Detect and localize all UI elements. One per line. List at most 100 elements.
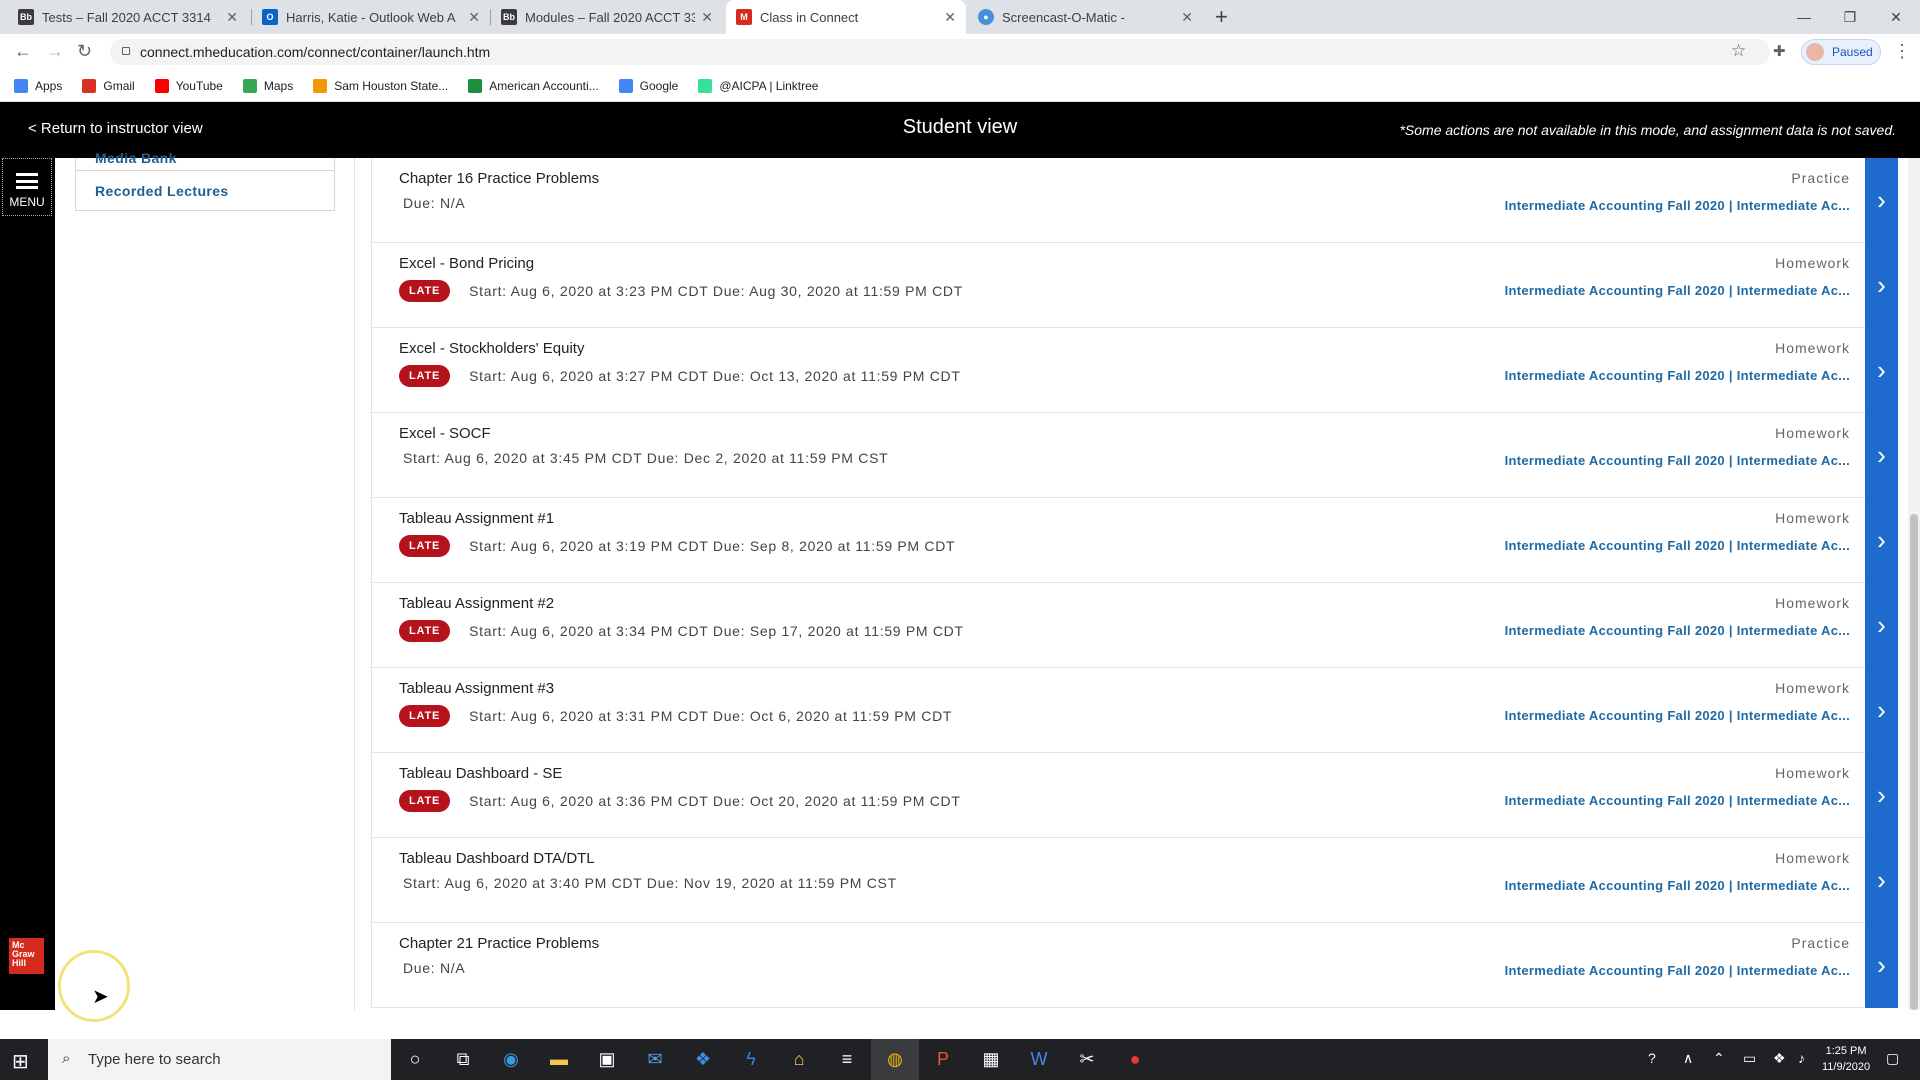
close-window-icon[interactable]: ✕ <box>1873 0 1919 34</box>
notification-icon[interactable]: ▢ <box>1886 1050 1899 1067</box>
sidebar-item-media-bank[interactable]: Media Bank <box>76 150 334 170</box>
assignment-title[interactable]: Excel - Bond Pricing <box>399 255 534 272</box>
assignment-dates: LATE Start: Aug 6, 2020 at 3:19 PM CDT Du… <box>399 535 955 557</box>
assignment-title[interactable]: Chapter 21 Practice Problems <box>399 935 599 952</box>
assignment-row[interactable]: Tableau Dashboard DTA/DTL Start: Aug 6, 2… <box>372 838 1898 923</box>
bookmark-gmail[interactable]: Gmail <box>82 78 135 93</box>
profile-button[interactable]: Paused <box>1801 39 1881 65</box>
reload-icon[interactable]: ↻ <box>77 41 92 62</box>
assignment-row[interactable]: Excel - Bond Pricing LATE Start: Aug 6, 20… <box>372 243 1898 328</box>
chrome-icon[interactable]: ◍ <box>871 1039 919 1080</box>
assignment-course: Intermediate Accounting Fall 2020 | Inte… <box>1504 963 1850 978</box>
back-icon[interactable]: ← <box>14 41 32 62</box>
assignment-title[interactable]: Tableau Assignment #1 <box>399 510 554 527</box>
vs-code-icon[interactable]: ϟ <box>727 1039 775 1080</box>
bookmark-youtube[interactable]: YouTube <box>154 78 223 93</box>
close-icon[interactable]: ✕ <box>1181 9 1193 26</box>
assignment-meta: Due: N/A <box>403 960 466 976</box>
close-icon[interactable]: ✕ <box>701 9 713 26</box>
url-field[interactable]: connect.mheducation.com/connect/containe… <box>110 39 1770 65</box>
menu-button[interactable]: MENU <box>2 158 52 216</box>
record-icon[interactable]: ● <box>1111 1039 1159 1080</box>
bookmark-aicpa[interactable]: @AICPA | Linktree <box>698 78 818 93</box>
browser-tab[interactable]: Bb Modules – Fall 2020 ACCT 3314 0 ✕ <box>491 0 723 34</box>
bookmark-apps[interactable]: Apps <box>14 78 62 93</box>
dropbox-icon[interactable]: ❖ <box>679 1039 727 1080</box>
help-icon[interactable]: ? <box>1648 1050 1656 1066</box>
volume-icon[interactable]: ♪ <box>1798 1050 1805 1066</box>
assignment-title[interactable]: Chapter 16 Practice Problems <box>399 170 599 187</box>
sidebar-item-recorded-lectures[interactable]: Recorded Lectures <box>76 170 334 210</box>
calculator-icon[interactable]: ▦ <box>967 1039 1015 1080</box>
assignment-title[interactable]: Excel - Stockholders' Equity <box>399 340 584 357</box>
extensions-icon[interactable]: ✚ <box>1773 42 1786 60</box>
browser-tab[interactable]: Bb Tests – Fall 2020 ACCT 3314 01 In ✕ <box>8 0 248 34</box>
close-icon[interactable]: ✕ <box>226 9 238 26</box>
chevron-right-icon[interactable]: › <box>1865 158 1898 243</box>
windows-start-icon[interactable]: ⊞ <box>12 1049 29 1074</box>
chevron-right-icon[interactable]: › <box>1865 328 1898 413</box>
assignment-row[interactable]: Tableau Assignment #3 LATE Start: Aug 6, 2… <box>372 668 1898 753</box>
assignment-type: Homework <box>1775 255 1850 271</box>
assignment-title[interactable]: Tableau Assignment #2 <box>399 595 554 612</box>
assignment-title[interactable]: Tableau Dashboard DTA/DTL <box>399 850 595 867</box>
chevron-up-icon[interactable]: ∧ <box>1683 1050 1693 1067</box>
chevron-right-icon[interactable]: › <box>1865 923 1898 1008</box>
scrollbar[interactable] <box>1908 158 1920 1010</box>
taskbar-search-input[interactable]: ⌕ Type here to search <box>48 1039 391 1080</box>
more-menu-icon[interactable]: ⋮ <box>1893 41 1911 62</box>
powerpoint-icon[interactable]: P <box>919 1039 967 1080</box>
browser-tab[interactable]: ● Screencast-O-Matic - ✕ <box>968 0 1203 34</box>
assignment-meta: Start: Aug 6, 2020 at 3:23 PM CDT Due: A… <box>469 283 963 299</box>
close-icon[interactable]: ✕ <box>468 9 480 26</box>
assignment-row[interactable]: Excel - Stockholders' Equity LATE Start: A… <box>372 328 1898 413</box>
bookmark-american-accounting[interactable]: American Accounti... <box>468 78 599 93</box>
bookmark-google[interactable]: Google <box>618 78 678 93</box>
chevron-right-icon[interactable]: › <box>1865 838 1898 923</box>
chevron-right-icon[interactable]: › <box>1865 413 1898 498</box>
assignment-row[interactable]: Tableau Dashboard - SE LATE Start: Aug 6, … <box>372 753 1898 838</box>
assignment-meta: Due: N/A <box>403 195 466 211</box>
assignment-row[interactable]: Chapter 21 Practice Problems Due: N/A Prac… <box>372 923 1898 1008</box>
late-badge: LATE <box>399 535 451 557</box>
network-icon[interactable]: ⌃ <box>1713 1050 1725 1067</box>
taskbar-clock[interactable]: 1:25 PM 11/9/2020 <box>1822 1043 1870 1075</box>
maximize-icon[interactable]: ❐ <box>1827 0 1873 34</box>
home-icon[interactable]: ⌂ <box>775 1039 823 1080</box>
word-icon[interactable]: W <box>1015 1039 1063 1080</box>
assignment-title[interactable]: Tableau Assignment #3 <box>399 680 554 697</box>
chevron-right-icon[interactable]: › <box>1865 498 1898 583</box>
bookmark-star-icon[interactable]: ☆ <box>1731 41 1746 61</box>
cortana-icon[interactable]: ○ <box>391 1039 439 1080</box>
store-icon[interactable]: ▣ <box>583 1039 631 1080</box>
assignment-row[interactable]: Excel - SOCF Start: Aug 6, 2020 at 3:45 P… <box>372 413 1898 498</box>
scanner-icon[interactable]: ≡ <box>823 1039 871 1080</box>
forward-icon[interactable]: → <box>46 41 64 62</box>
bookmark-sam-houston[interactable]: Sam Houston State... <box>313 78 448 93</box>
dropbox-tray-icon[interactable]: ❖ <box>1773 1050 1786 1067</box>
task-view-icon[interactable]: ⧉ <box>439 1039 487 1080</box>
close-icon[interactable]: ✕ <box>944 9 956 26</box>
file-explorer-icon[interactable]: ▬ <box>535 1039 583 1080</box>
chevron-right-icon[interactable]: › <box>1865 668 1898 753</box>
scrollbar-thumb[interactable] <box>1910 514 1918 1010</box>
assignment-row[interactable]: Chapter 16 Practice Problems Due: N/A Prac… <box>372 158 1898 243</box>
bookmark-maps[interactable]: Maps <box>242 78 293 93</box>
assignment-row[interactable]: Tableau Assignment #2 LATE Start: Aug 6, 2… <box>372 583 1898 668</box>
chevron-right-icon[interactable]: › <box>1865 243 1898 328</box>
new-tab-icon[interactable]: + <box>1215 4 1228 30</box>
display-icon[interactable]: ▭ <box>1743 1050 1756 1067</box>
assignment-title[interactable]: Tableau Dashboard - SE <box>399 765 562 782</box>
minimize-icon[interactable]: — <box>1781 0 1827 34</box>
mcgraw-hill-logo: Mc Graw Hill <box>9 938 44 974</box>
snipping-tool-icon[interactable]: ✂ <box>1063 1039 1111 1080</box>
browser-tab[interactable]: O Harris, Katie - Outlook Web App ✕ <box>252 0 490 34</box>
assignment-title[interactable]: Excel - SOCF <box>399 425 491 442</box>
hamburger-icon <box>16 173 38 189</box>
mail-icon[interactable]: ✉ <box>631 1039 679 1080</box>
chevron-right-icon[interactable]: › <box>1865 753 1898 838</box>
browser-tab-active[interactable]: M Class in Connect ✕ <box>726 0 966 34</box>
assignment-row[interactable]: Tableau Assignment #1 LATE Start: Aug 6, 2… <box>372 498 1898 583</box>
chevron-right-icon[interactable]: › <box>1865 583 1898 668</box>
edge-icon[interactable]: ◉ <box>487 1039 535 1080</box>
